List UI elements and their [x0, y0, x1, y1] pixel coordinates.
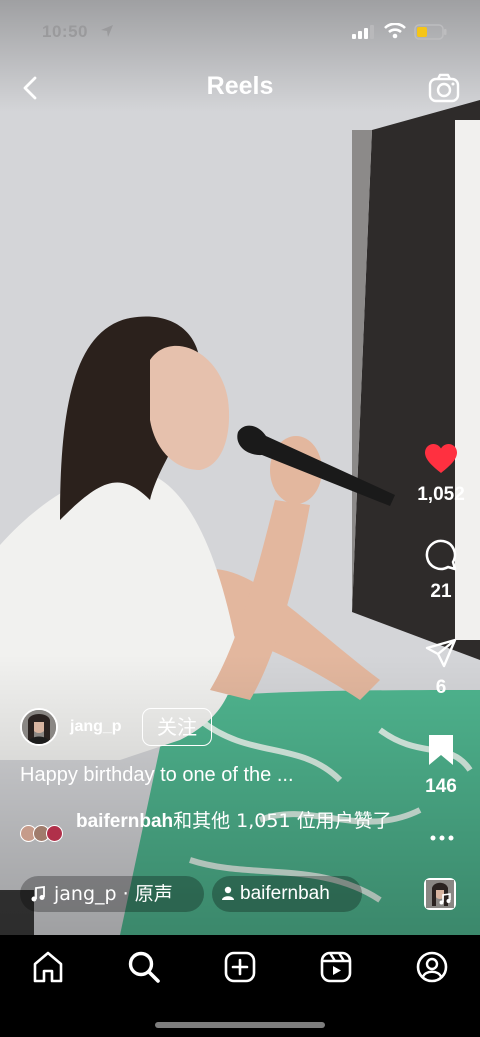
audio-label: jang_p · 原声 — [54, 883, 173, 905]
avatar-image — [22, 710, 56, 744]
liked-by-text: baifernbah和其他 1,051 位用户赞了 — [76, 808, 406, 835]
like-button[interactable]: 1,052 — [406, 443, 476, 506]
status-time: 10:50 — [42, 22, 88, 41]
reels-icon[interactable] — [318, 949, 354, 985]
caption-text[interactable]: Happy birthday to one of the ... — [20, 764, 294, 787]
home-indicator — [155, 1022, 325, 1028]
comment-count: 21 — [430, 581, 452, 602]
page-title: Reels — [206, 72, 274, 100]
author-username[interactable]: jang_p — [70, 718, 122, 736]
liker-avatar — [46, 825, 63, 842]
heart-icon — [425, 444, 457, 473]
more-icon[interactable] — [428, 826, 456, 850]
music-note-icon — [31, 885, 45, 902]
bookmark-icon — [429, 735, 453, 765]
battery-icon — [414, 24, 447, 40]
save-button[interactable]: 146 — [406, 733, 476, 798]
person-icon — [222, 886, 234, 900]
tagged-user-pill[interactable]: baifernbah — [212, 876, 362, 912]
tagged-username: baifernbah — [240, 883, 330, 904]
camera-icon[interactable] — [428, 72, 460, 104]
create-icon[interactable] — [222, 949, 258, 985]
avatar[interactable] — [20, 708, 58, 746]
liked-by-rest: 和其他 1,051 位用户赞了 — [173, 810, 392, 832]
search-icon[interactable] — [126, 949, 162, 985]
audio-thumbnail[interactable] — [424, 878, 456, 910]
follow-button[interactable]: 关注 — [142, 708, 212, 746]
comment-icon — [425, 539, 457, 571]
share-count: 6 — [435, 677, 447, 698]
share-button[interactable]: 6 — [406, 638, 476, 699]
share-icon — [425, 638, 457, 668]
save-count: 146 — [425, 776, 457, 797]
profile-icon[interactable] — [414, 949, 450, 985]
home-icon[interactable] — [30, 949, 66, 985]
audio-thumbnail-image — [426, 880, 454, 908]
like-count: 1,052 — [417, 484, 465, 505]
status-bar: 10:50 — [0, 0, 480, 62]
comment-button[interactable]: 21 — [406, 538, 476, 603]
liker-avatars — [20, 825, 70, 843]
audio-pill[interactable]: jang_p · 原声 — [20, 876, 204, 912]
wifi-icon — [384, 23, 406, 39]
signal-icon — [352, 25, 374, 39]
location-arrow-icon — [101, 25, 113, 37]
liker-username[interactable]: baifernbah — [76, 811, 173, 832]
